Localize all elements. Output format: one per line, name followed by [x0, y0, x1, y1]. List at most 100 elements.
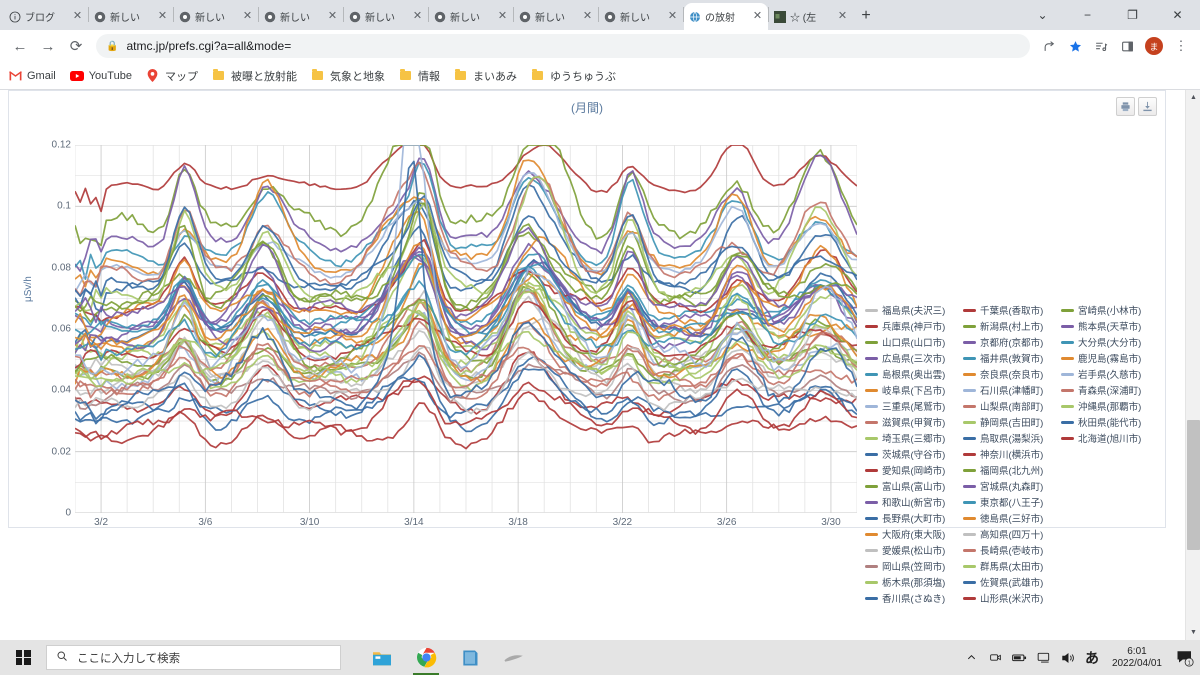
tab-9[interactable]: の放射 ✕: [684, 3, 768, 30]
legend-item[interactable]: 岐阜県(下呂市): [865, 382, 963, 398]
tab-10[interactable]: ☆ (左 ✕: [769, 3, 853, 30]
tab-3[interactable]: 新しい ✕: [174, 3, 258, 30]
tab-close-button[interactable]: ✕: [751, 10, 764, 23]
bookmark-3[interactable]: マップ: [146, 68, 198, 84]
tab-search-button[interactable]: ⌄: [1020, 0, 1065, 30]
bookmark-5[interactable]: 気象と地象: [311, 68, 385, 84]
legend-item[interactable]: 和歌山(新宮市): [865, 494, 963, 510]
legend-item[interactable]: 広島県(三次市): [865, 350, 963, 366]
notepad-icon[interactable]: [451, 640, 489, 675]
legend-item[interactable]: 愛知県(岡崎市): [865, 462, 963, 478]
show-hidden-icons[interactable]: [960, 640, 984, 675]
reload-button[interactable]: ⟳: [62, 32, 90, 60]
legend-item[interactable]: 宮城県(丸森町): [963, 478, 1061, 494]
forward-button[interactable]: →: [34, 32, 62, 60]
legend-item[interactable]: 岩手県(久慈市): [1061, 366, 1159, 382]
legend-item[interactable]: 徳島県(三好市): [963, 510, 1061, 526]
vertical-scrollbar[interactable]: ▲ ▼: [1185, 90, 1200, 640]
tab-close-button[interactable]: ✕: [581, 10, 594, 23]
legend-item[interactable]: 静岡県(吉田町): [963, 414, 1061, 430]
legend-item[interactable]: 鹿児島(霧島市): [1061, 350, 1159, 366]
legend-item[interactable]: 山梨県(南部町): [963, 398, 1061, 414]
tab-close-button[interactable]: ✕: [71, 10, 84, 23]
bookmark-1[interactable]: Gmail: [8, 69, 56, 83]
tab-7[interactable]: 新しい ✕: [514, 3, 598, 30]
tab-close-button[interactable]: ✕: [411, 10, 424, 23]
bookmark-4[interactable]: 被曝と放射能: [212, 68, 297, 84]
legend-item[interactable]: 奈良県(奈良市): [963, 366, 1061, 382]
legend-item[interactable]: 宮崎県(小林市): [1061, 302, 1159, 318]
legend-item[interactable]: 千葉県(香取市): [963, 302, 1061, 318]
browser-menu-button[interactable]: ⋮: [1168, 33, 1194, 59]
legend-item[interactable]: 岡山県(笠岡市): [865, 558, 963, 574]
side-panel-icon[interactable]: [1114, 33, 1140, 59]
volume-icon[interactable]: [1056, 640, 1080, 675]
legend-item[interactable]: 石川県(津幡町): [963, 382, 1061, 398]
legend-item[interactable]: 茨城県(守谷市): [865, 446, 963, 462]
print-icon[interactable]: [1116, 97, 1135, 116]
legend-item[interactable]: 山口県(山口市): [865, 334, 963, 350]
legend-item[interactable]: 埼玉県(三郷市): [865, 430, 963, 446]
maximize-button[interactable]: ❐: [1110, 0, 1155, 30]
legend-item[interactable]: 栃木県(那須塩): [865, 574, 963, 590]
legend-item[interactable]: 北海道(旭川市): [1061, 430, 1159, 446]
tab-8[interactable]: 新しい ✕: [599, 3, 683, 30]
legend-item[interactable]: 新潟県(村上市): [963, 318, 1061, 334]
profile-avatar[interactable]: ま: [1145, 37, 1163, 55]
notification-center-button[interactable]: 1: [1170, 640, 1200, 675]
legend-item[interactable]: 青森県(深浦町): [1061, 382, 1159, 398]
tab-2[interactable]: 新しい ✕: [89, 3, 173, 30]
chrome-icon[interactable]: [407, 640, 445, 675]
tab-close-button[interactable]: ✕: [156, 10, 169, 23]
back-button[interactable]: ←: [6, 32, 34, 60]
legend-item[interactable]: 香川県(さぬき): [865, 590, 963, 606]
legend-item[interactable]: 滋賀県(甲賀市): [865, 414, 963, 430]
legend-item[interactable]: 熊本県(天草市): [1061, 318, 1159, 334]
file-explorer-icon[interactable]: [363, 640, 401, 675]
legend-item[interactable]: 東京都(八王子): [963, 494, 1061, 510]
download-icon[interactable]: [1138, 97, 1157, 116]
legend-item[interactable]: 長崎県(壱岐市): [963, 542, 1061, 558]
legend-item[interactable]: 沖縄県(那覇市): [1061, 398, 1159, 414]
legend-item[interactable]: 京都府(京都市): [963, 334, 1061, 350]
legend-item[interactable]: 山形県(米沢市): [963, 590, 1061, 606]
battery-icon[interactable]: [1008, 640, 1032, 675]
legend-item[interactable]: 佐賀県(武雄市): [963, 574, 1061, 590]
legend-item[interactable]: 兵庫県(神戸市): [865, 318, 963, 334]
tab-close-button[interactable]: ✕: [326, 10, 339, 23]
ime-icon[interactable]: あ: [1080, 640, 1104, 675]
tab-1[interactable]: ブログ ✕: [4, 3, 88, 30]
legend-item[interactable]: 高知県(四万十): [963, 526, 1061, 542]
legend-item[interactable]: 福岡県(北九州): [963, 462, 1061, 478]
legend-item[interactable]: 群馬県(太田市): [963, 558, 1061, 574]
scroll-up-arrow[interactable]: ▲: [1186, 90, 1200, 105]
legend-item[interactable]: 三重県(尾鷲市): [865, 398, 963, 414]
legend-item[interactable]: 愛媛県(松山市): [865, 542, 963, 558]
tab-close-button[interactable]: ✕: [666, 10, 679, 23]
legend-item[interactable]: 島根県(奥出雲): [865, 366, 963, 382]
legend-item[interactable]: 長野県(大町市): [865, 510, 963, 526]
taskbar-clock[interactable]: 6:01 2022/04/01: [1104, 646, 1170, 670]
taskbar-search-input[interactable]: ここに入力して検索: [46, 645, 341, 670]
share-icon[interactable]: [1036, 33, 1062, 59]
bookmark-6[interactable]: 情報: [399, 68, 440, 84]
legend-item[interactable]: 福井県(敦賀市): [963, 350, 1061, 366]
tab-4[interactable]: 新しい ✕: [259, 3, 343, 30]
unknown-app-icon[interactable]: [495, 640, 533, 675]
network-icon[interactable]: [1032, 640, 1056, 675]
media-playlist-icon[interactable]: [1088, 33, 1114, 59]
legend-item[interactable]: 神奈川(横浜市): [963, 446, 1061, 462]
legend-item[interactable]: 秋田県(能代市): [1061, 414, 1159, 430]
legend-item[interactable]: 大分県(大分市): [1061, 334, 1159, 350]
bookmark-2[interactable]: YouTube: [69, 69, 132, 83]
tab-5[interactable]: 新しい ✕: [344, 3, 428, 30]
bookmark-star-icon[interactable]: [1062, 33, 1088, 59]
camera-icon[interactable]: [984, 640, 1008, 675]
scrollbar-thumb[interactable]: [1187, 420, 1200, 550]
legend-item[interactable]: 鳥取県(湯梨浜): [963, 430, 1061, 446]
tab-close-button[interactable]: ✕: [836, 10, 849, 23]
scroll-down-arrow[interactable]: ▼: [1186, 625, 1200, 640]
tab-6[interactable]: 新しい ✕: [429, 3, 513, 30]
bookmark-8[interactable]: ゆうちゅうぶ: [531, 68, 616, 84]
address-bar[interactable]: 🔒 atmc.jp/prefs.cgi?a=all&mode=: [96, 34, 1030, 58]
